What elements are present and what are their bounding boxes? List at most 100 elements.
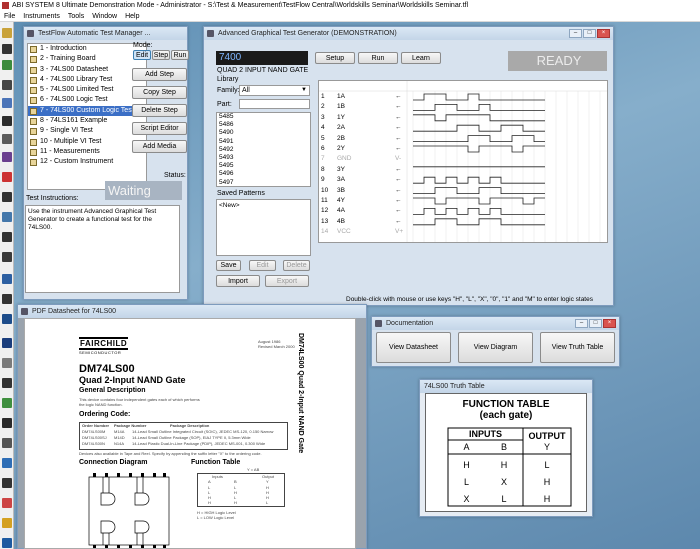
mode-run-button[interactable]: Run — [171, 50, 189, 60]
part-item[interactable]: 5485 — [217, 113, 310, 121]
ic-tester-icon[interactable] — [2, 192, 12, 202]
part-item[interactable]: 5495 — [217, 162, 310, 170]
setup-button[interactable]: Setup — [315, 52, 355, 64]
memory-icon[interactable] — [2, 478, 12, 488]
pin-row[interactable]: 2 1B ← — [319, 102, 607, 112]
view-truth-table-button[interactable]: View Truth Table — [540, 332, 615, 363]
pin-row[interactable]: 14 VCC V+ — [319, 227, 607, 237]
ram-icon[interactable] — [2, 232, 12, 242]
step-item[interactable]: 12 - Custom Instrument — [28, 157, 146, 167]
module-icon[interactable] — [2, 378, 12, 388]
close-icon[interactable]: × — [603, 319, 616, 328]
pdf-page[interactable]: FAIRCHILD SEMICONDUCTOR August 1986 Revi… — [24, 318, 356, 549]
counter-icon[interactable] — [2, 418, 12, 428]
delete-step-button[interactable]: Delete Step — [132, 104, 187, 117]
meter-icon[interactable] — [2, 98, 12, 108]
testflow-title-bar[interactable]: TestFlow Automatic Test Manager ... — [24, 27, 187, 40]
script-editor-button[interactable]: Script Editor — [132, 122, 187, 135]
view-diagram-button[interactable]: View Diagram — [458, 332, 533, 363]
save-pattern-button[interactable]: Save — [216, 260, 241, 271]
view-datasheet-button[interactable]: View Datasheet — [376, 332, 451, 363]
step-item[interactable]: 6 - 74LS00 Logic Test — [28, 95, 146, 105]
logic-icon[interactable] — [2, 294, 12, 304]
step-item[interactable]: 10 - Multiple VI Test — [28, 137, 146, 147]
saved-patterns-list[interactable]: <New> — [216, 199, 311, 256]
power-icon[interactable] — [2, 172, 12, 182]
pin-row[interactable]: 3 1Y ← — [319, 113, 607, 123]
part-item[interactable]: 5492 — [217, 146, 310, 154]
board-icon[interactable] — [2, 252, 12, 262]
restore-icon[interactable]: □ — [583, 29, 596, 38]
restore-icon[interactable]: □ — [589, 319, 602, 328]
part-item[interactable]: 5490 — [217, 129, 310, 137]
pin-row[interactable]: 7 GND V- — [319, 154, 607, 164]
minimize-icon[interactable]: – — [569, 29, 582, 38]
pin-row[interactable]: 10 3B ← — [319, 186, 607, 196]
family-select[interactable]: All ▼ — [239, 85, 310, 96]
instrument-icon[interactable] — [2, 60, 12, 70]
part-item[interactable]: 5496 — [217, 170, 310, 178]
step-item[interactable]: 7 - 74LS00 Custom Logic Test — [28, 105, 146, 117]
close-icon[interactable]: × — [597, 29, 610, 38]
report-icon[interactable] — [2, 518, 12, 528]
part-item[interactable]: 5491 — [217, 138, 310, 146]
pin-row[interactable]: 6 2Y ← — [319, 144, 607, 154]
pin-row[interactable]: 12 4A ← — [319, 206, 607, 216]
pin-row[interactable]: 8 3Y ← — [319, 165, 607, 175]
menu-tools[interactable]: Tools — [64, 11, 88, 21]
analyzer-icon[interactable] — [2, 438, 12, 448]
step-item[interactable]: 11 - Measurements — [28, 147, 146, 157]
part-item[interactable]: 5486 — [217, 121, 310, 129]
scope-icon[interactable] — [2, 80, 12, 90]
pin-row[interactable]: 4 2A ← — [319, 123, 607, 133]
step-item[interactable]: 4 - 74LS00 Library Test — [28, 75, 146, 85]
pdf-title-bar[interactable]: PDF Datasheet for 74LS00 — [18, 305, 366, 318]
chip-icon[interactable] — [2, 116, 12, 126]
menu-file[interactable]: File — [0, 11, 19, 21]
folder-icon[interactable] — [2, 28, 12, 38]
pin-row[interactable]: 11 4Y ← — [319, 196, 607, 206]
wave-icon[interactable] — [2, 398, 12, 408]
add-media-button[interactable]: Add Media — [132, 140, 187, 153]
delete-pattern-button[interactable]: Delete — [283, 260, 310, 271]
run-button[interactable]: Run — [358, 52, 398, 64]
add-step-button[interactable]: Add Step — [132, 68, 187, 81]
part-search-input[interactable] — [239, 99, 310, 109]
part-list[interactable]: 5485 5486 5490 5491 5492 5493 5495 5496 … — [216, 112, 311, 187]
alert-icon[interactable] — [2, 498, 12, 508]
step-item[interactable]: 3 - 74LS00 Datasheet — [28, 65, 146, 75]
vi-icon[interactable] — [2, 152, 12, 162]
documentation-title-bar[interactable]: Documentation – □ × — [372, 317, 619, 330]
copy-step-button[interactable]: Copy Step — [132, 86, 187, 99]
step-item[interactable]: 2 - Training Board — [28, 54, 146, 64]
pin-row[interactable]: 13 4B ← — [319, 217, 607, 227]
menu-window[interactable]: Window — [88, 11, 121, 21]
part-item[interactable]: 5493 — [217, 154, 310, 162]
part-item[interactable]: 5497 — [217, 179, 310, 187]
edit-pattern-button[interactable]: Edit — [249, 260, 276, 271]
step-item[interactable]: 5 - 74LS00 Limited Test — [28, 85, 146, 95]
pin-row[interactable]: 9 3A ← — [319, 175, 607, 185]
chart-icon[interactable] — [2, 212, 12, 222]
network-icon[interactable] — [2, 458, 12, 468]
minimize-icon[interactable]: – — [575, 319, 588, 328]
mode-edit-button[interactable]: Edit — [133, 50, 151, 60]
agtg-title-bar[interactable]: Advanced Graphical Test Generator (DEMON… — [204, 27, 613, 40]
truth-table-title-bar[interactable]: 74LS00 Truth Table — [420, 380, 592, 393]
pattern-grid[interactable]: 1 1A ← 2 1B ← 3 1Y ← 4 2A ← 5 2B ← 6 2Y ← 7 GND V- 8 3Y ← 9 3A ← 10… — [318, 80, 608, 243]
cable-icon[interactable] — [2, 358, 12, 368]
import-button[interactable]: Import — [216, 275, 260, 287]
bus-icon[interactable] — [2, 314, 12, 324]
export-button[interactable]: Export — [265, 275, 309, 287]
menu-instruments[interactable]: Instruments — [19, 11, 64, 21]
pin-row[interactable]: 5 2B ← — [319, 134, 607, 144]
save-icon[interactable] — [2, 44, 12, 54]
signal-icon[interactable] — [2, 274, 12, 284]
help-icon[interactable] — [2, 538, 12, 548]
probe-icon[interactable] — [2, 134, 12, 144]
saved-pattern-item[interactable]: <New> — [219, 202, 308, 209]
step-item[interactable]: 9 - Single VI Test — [28, 126, 146, 136]
pin-row[interactable]: 1 1A ← — [319, 92, 607, 102]
mode-step-button[interactable]: Step — [152, 50, 170, 60]
step-item[interactable]: 1 - Introduction — [28, 44, 146, 54]
